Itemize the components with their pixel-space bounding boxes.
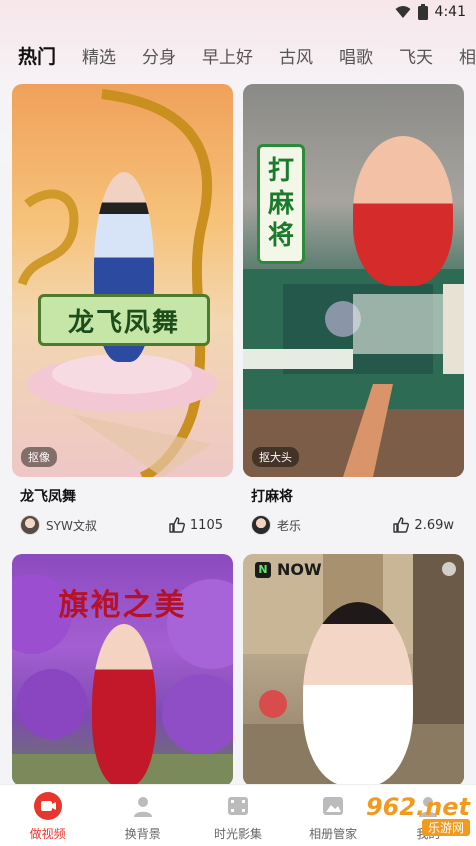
like-count: 2.69w	[414, 517, 454, 533]
like-button[interactable]: 2.69w	[392, 516, 454, 534]
like-count: 1105	[189, 517, 223, 533]
qipao-figure	[92, 624, 156, 786]
person-swap-icon	[128, 791, 158, 821]
template-card[interactable]: 打 麻 将 抠大头 打麻将 老乐 2.69w	[243, 84, 464, 536]
card-title: 打麻将	[251, 489, 293, 505]
poster-title: 龙飞凤舞	[38, 294, 210, 346]
card-thumbnail[interactable]: 打 麻 将 抠大头	[243, 84, 464, 477]
wifi-icon	[395, 6, 411, 18]
thumbs-up-icon	[169, 517, 185, 533]
tab-hot[interactable]: 热门	[18, 42, 56, 76]
nav-change-background[interactable]: 换背景	[95, 791, 190, 842]
avatar[interactable]	[251, 515, 271, 535]
watermark-domain: 962.net	[365, 792, 470, 821]
film-icon	[223, 791, 253, 821]
template-card[interactable]: N NOW	[243, 554, 464, 786]
tab-clone[interactable]: 分身	[142, 43, 176, 68]
now-logo-icon: N	[255, 561, 271, 578]
nav-time-album[interactable]: 时光影集	[190, 791, 285, 842]
card-badge: 抠像	[21, 447, 57, 467]
thumbs-up-icon	[393, 517, 410, 533]
poster-title: 旗袍之美	[58, 588, 187, 623]
poster-char: 打	[267, 156, 294, 186]
template-card[interactable]: 龙飞凤舞 抠像 龙飞凤舞 SYW文叔 1105	[12, 84, 233, 536]
brand-name: NOW	[277, 560, 322, 579]
like-button[interactable]: 1105	[168, 516, 223, 534]
tab-partial[interactable]: 相	[459, 43, 476, 68]
watermark-site-name: 乐游网	[421, 818, 470, 836]
tab-good-morning[interactable]: 早上好	[202, 43, 253, 68]
card-meta: SYW文叔 1105	[12, 514, 233, 536]
card-badge: 抠大头	[252, 447, 299, 467]
battery-icon	[417, 4, 428, 20]
author-name[interactable]: 老乐	[277, 517, 392, 534]
brand-logo: N NOW	[255, 560, 322, 579]
card-thumbnail[interactable]: 旗袍之美	[12, 554, 233, 786]
poster-char: 将	[267, 221, 294, 251]
nav-make-video[interactable]: 做视频	[0, 791, 95, 842]
nav-label: 做视频	[29, 827, 66, 841]
poster-title: 打 麻 将	[257, 144, 305, 264]
card-title: 龙飞凤舞	[20, 489, 76, 505]
tab-ancient-style[interactable]: 古风	[279, 43, 313, 68]
close-icon[interactable]	[442, 562, 456, 576]
girl-figure	[303, 602, 413, 786]
card-meta: 老乐 2.69w	[243, 514, 464, 536]
avatar[interactable]	[20, 515, 40, 535]
status-time: 4:41	[434, 4, 466, 20]
template-card[interactable]: 旗袍之美	[12, 554, 233, 786]
video-camera-icon	[33, 791, 63, 821]
tab-featured[interactable]: 精选	[82, 43, 116, 68]
player-figure	[353, 136, 453, 286]
tab-flying[interactable]: 飞天	[399, 43, 433, 68]
watermark: 962.net 乐游网	[310, 786, 470, 842]
tab-singing[interactable]: 唱歌	[339, 43, 373, 68]
card-thumbnail[interactable]: N NOW	[243, 554, 464, 786]
nav-label: 换背景	[124, 827, 161, 841]
mahjong-scene	[243, 269, 464, 477]
category-tabs: 热门 精选 分身 早上好 古风 唱歌 飞天 相	[0, 34, 476, 76]
poster-char: 麻	[267, 188, 294, 219]
status-bar: 4:41	[0, 0, 476, 26]
nav-label: 时光影集	[213, 827, 262, 841]
card-thumbnail[interactable]: 龙飞凤舞 抠像	[12, 84, 233, 477]
author-name[interactable]: SYW文叔	[46, 517, 168, 534]
